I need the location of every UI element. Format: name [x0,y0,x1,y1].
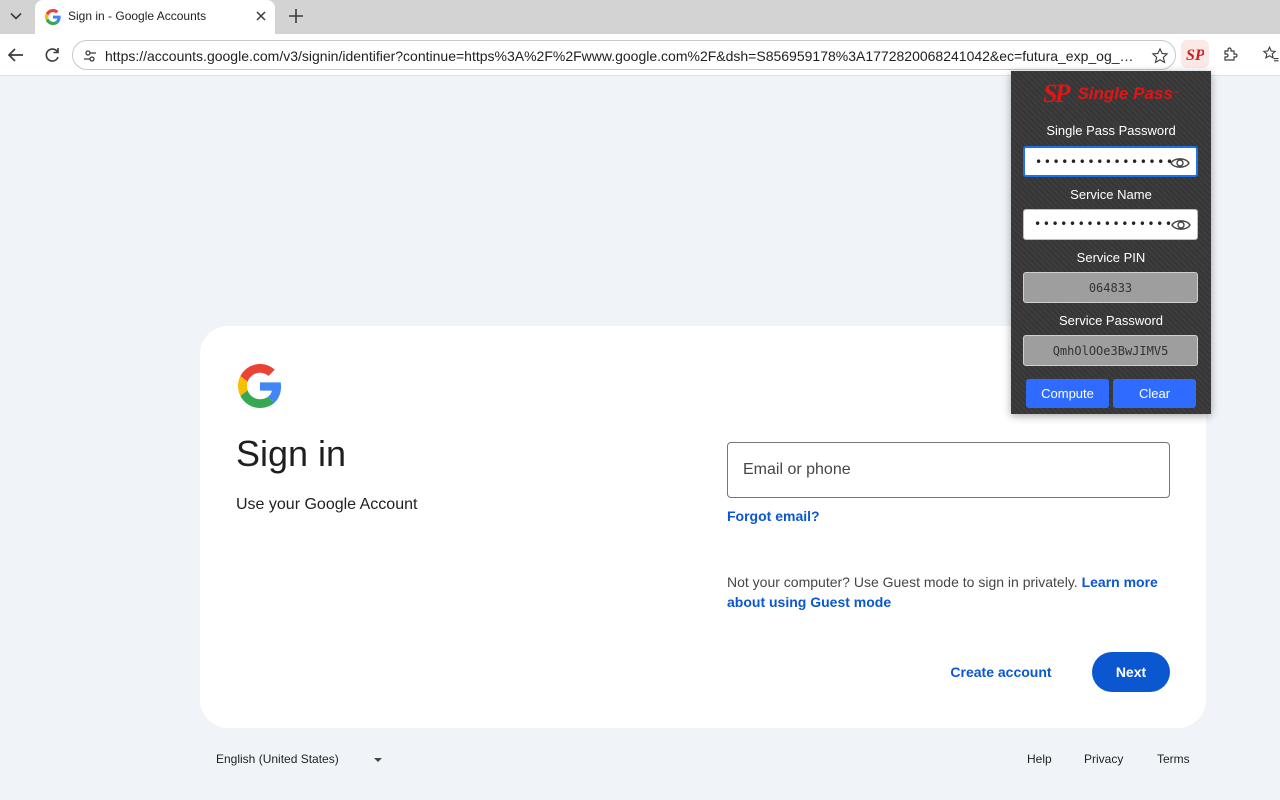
next-button[interactable]: Next [1092,652,1170,692]
forgot-email-link[interactable]: Forgot email? [727,508,820,524]
privacy-link[interactable]: Privacy [1084,752,1123,766]
service-pin-label: Service PIN [1076,250,1146,265]
service-pin-value: 064833 [1088,281,1133,295]
master-password-field[interactable]: •••••••••••••••• [1023,146,1198,177]
compute-button[interactable]: Compute [1026,379,1109,408]
site-info-icon[interactable] [81,47,99,65]
page-title: Sign in [236,433,347,474]
bookmark-star-icon[interactable] [1150,46,1170,66]
show-service-name-eye-icon[interactable] [1171,216,1191,234]
new-tab-plus-icon[interactable] [284,4,308,28]
tab-search-chevron-icon[interactable] [2,2,30,30]
service-pin-field[interactable]: 064833 [1023,272,1198,303]
create-account-button[interactable]: Create account [940,652,1062,692]
reload-icon[interactable] [40,43,64,67]
page-subtitle: Use your Google Account [236,496,418,513]
single-pass-logo: SP [1043,79,1070,108]
email-field[interactable] [727,442,1170,498]
single-pass-brand: Single Pass [1077,84,1173,103]
language-selector[interactable]: English (United States) [216,752,339,766]
active-tab[interactable]: Sign in - Google Accounts [35,0,275,34]
google-logo-icon [238,364,282,408]
reading-list-star-icon[interactable] [1259,42,1280,66]
back-arrow-icon[interactable] [4,43,28,67]
terms-link[interactable]: Terms [1157,752,1190,766]
close-tab-icon[interactable] [252,7,270,25]
service-name-mask: •••••••••••••••• [1034,217,1174,231]
single-pass-extension-icon[interactable]: SP [1181,40,1209,68]
help-link[interactable]: Help [1027,752,1052,766]
single-pass-popup: SP Single Pass ™ Single Pass Password •••… [1011,71,1211,414]
service-name-label: Service Name [1070,187,1152,202]
single-pass-header: SP Single Pass ™ [1011,79,1211,109]
clear-button[interactable]: Clear [1113,379,1196,408]
dropdown-caret-icon[interactable] [371,753,385,767]
service-password-field[interactable]: QmhOlOOe3BwJIMV5 [1023,335,1198,366]
guest-mode-notice: Not your computer? Use Guest mode to sig… [727,572,1177,612]
tab-title: Sign in - Google Accounts [68,9,207,23]
browser-toolbar: https://accounts.google.com/v3/signin/id… [0,34,1280,76]
url-text[interactable]: https://accounts.google.com/v3/signin/id… [105,48,1137,64]
email-input[interactable] [728,443,1169,497]
extensions-puzzle-icon[interactable] [1219,42,1243,66]
master-password-label: Single Pass Password [1046,123,1176,138]
tab-strip: Sign in - Google Accounts [0,0,1280,34]
trademark-mark: ™ [1172,91,1179,97]
service-password-value: QmhOlOOe3BwJIMV5 [1052,344,1169,358]
address-bar[interactable]: https://accounts.google.com/v3/signin/id… [72,40,1176,70]
show-password-eye-icon[interactable] [1170,154,1190,172]
master-password-mask: •••••••••••••••• [1035,155,1175,169]
guest-mode-text: Not your computer? Use Guest mode to sig… [727,574,1082,590]
svg-text:SP: SP [1186,47,1204,62]
service-name-field[interactable]: •••••••••••••••• [1023,209,1198,240]
google-g-icon [45,9,61,25]
service-password-label: Service Password [1058,313,1164,328]
